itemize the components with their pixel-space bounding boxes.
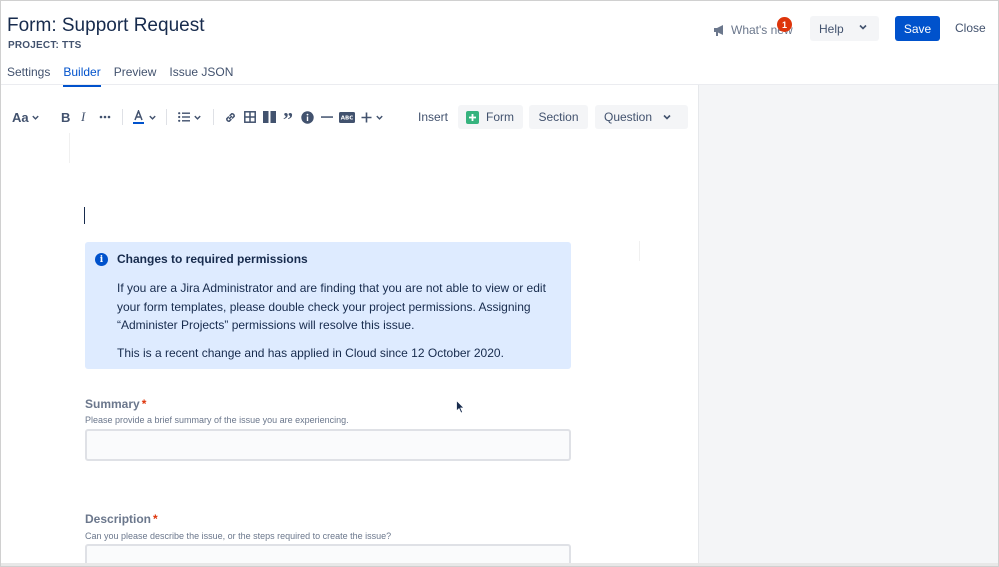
toolbar-separator [166,109,167,125]
insert-plus-icon [361,112,372,122]
info-panel[interactable]: i Changes to required permissions If you… [85,242,571,369]
insert-label: Insert [418,110,449,124]
insert-section-button[interactable]: Section [529,105,588,129]
quote-icon: ” [283,109,293,131]
form-button-label: Form [486,110,514,124]
text-cursor [84,207,85,224]
toolbar-separator [213,109,214,125]
summary-help-text: Please provide a brief summary of the is… [85,415,349,425]
summary-input[interactable] [85,429,571,461]
toolbar-separator [122,109,123,125]
text-style-label: Aa [12,109,29,125]
abc-button[interactable]: ABC [339,109,355,125]
chevron-down-icon [663,114,671,120]
insert-question-dropdown[interactable]: Question [595,105,688,129]
project-key: PROJECT: TTS [8,40,82,51]
info-icon: i [95,253,108,266]
description-label: Description * [85,512,158,526]
chevron-down-icon [194,115,201,120]
divider-icon [321,116,333,118]
abc-icon: ABC [339,111,355,123]
chevron-down-icon [149,115,156,120]
bullet-list-icon [178,112,190,122]
save-button[interactable]: Save [895,16,940,41]
svg-text:ABC: ABC [341,115,354,121]
info-panel-note: This is a recent change and has applied … [117,346,504,360]
properties-pane [698,85,998,566]
insert-more-dropdown[interactable] [361,109,384,125]
form-builder-window: Form: Support Request PROJECT: TTS What'… [0,0,999,567]
columns-icon [263,111,276,123]
plus-icon [466,110,479,124]
summary-label-text: Summary [85,397,140,411]
page-title: Form: Support Request [7,15,205,36]
editor-guide [639,241,640,261]
text-color-icon [133,110,144,124]
help-label: Help [819,21,844,36]
quote-button[interactable]: ” [283,109,293,131]
more-formatting-button[interactable] [99,109,111,125]
italic-icon: I [81,109,86,124]
close-button[interactable]: Close [955,21,986,35]
table-icon [244,111,256,123]
info-panel-body: If you are a Jira Administrator and are … [117,281,546,332]
bold-icon: B [61,109,71,125]
italic-button[interactable]: I [81,109,85,125]
chevron-down-icon [31,115,39,120]
more-formatting-icon [99,115,111,119]
list-dropdown[interactable] [178,109,202,125]
mouse-pointer-icon [456,399,465,419]
question-button-label: Question [604,110,653,124]
text-color-button[interactable] [132,109,157,125]
columns-button[interactable] [263,109,276,125]
divider-button[interactable] [321,109,333,125]
bottom-edge [1,563,998,566]
required-mark: * [141,397,147,411]
chevron-down-icon [376,115,383,120]
chevron-down-icon [859,24,867,30]
help-button[interactable]: Help [810,16,879,41]
megaphone-icon [714,25,723,36]
description-help-text: Can you please describe the issue, or th… [85,531,392,541]
info-panel-button[interactable] [301,109,314,125]
text-style-dropdown[interactable]: Aa [12,109,40,125]
editor-toolbar: Aa B I ” ABC [1,101,697,133]
table-button[interactable] [244,109,256,125]
info-panel-icon [301,110,314,124]
info-panel-title: Changes to required permissions [117,252,308,266]
link-button[interactable] [224,109,237,125]
insert-form-button[interactable]: Form [458,105,523,129]
link-icon [226,112,235,122]
summary-label: Summary * [85,397,146,411]
bold-button[interactable]: B [61,109,70,125]
required-mark: * [153,512,158,526]
description-label-text: Description [85,512,152,526]
notification-badge: 1 [777,17,792,32]
editor-guide [69,133,70,163]
